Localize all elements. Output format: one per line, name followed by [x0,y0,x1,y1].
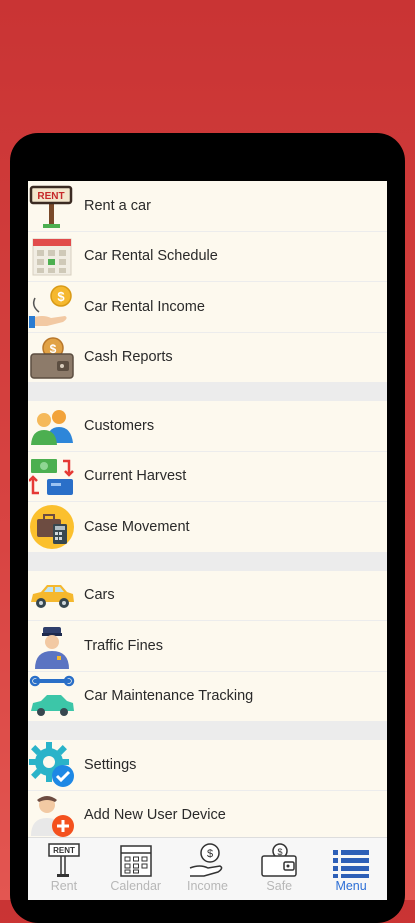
menu-item-add-new-user-device[interactable]: Add New User Device [28,791,387,841]
bottom-tab-bar: RENT Rent Calendar $ Income $ Safe Menu [28,837,387,900]
tab-label: Calendar [110,879,162,893]
menu-item-customers[interactable]: Customers [28,401,387,452]
car-wrench-icon [29,673,75,719]
police-officer-icon [29,623,75,669]
menu-item-label: Case Movement [84,518,190,535]
menu-item-label: Car Rental Income [84,298,205,315]
menu-group-rentals: RENT Rent a car Car Rental Schedule $ Ca… [28,181,387,382]
menu-item-car-rental-schedule[interactable]: Car Rental Schedule [28,232,387,282]
wallet-icon: $ [29,334,75,380]
tab-safe[interactable]: $ Safe [243,838,315,900]
calendar-icon [29,233,75,279]
menu-list: RENT Rent a car Car Rental Schedule $ Ca… [28,181,387,840]
menu-item-label: Add New User Device [84,807,226,824]
money-transfer-icon [29,453,75,499]
wallet-icon: $ [260,840,298,878]
tab-label: Safe [266,879,293,893]
gear-check-icon [29,741,75,788]
menu-item-current-harvest[interactable]: Current Harvest [28,452,387,502]
svg-text:RENT: RENT [53,846,75,855]
menu-item-label: Traffic Fines [84,637,163,654]
tab-menu[interactable]: Menu [315,838,387,900]
tab-income[interactable]: $ Income [172,838,244,900]
section-divider [28,721,387,740]
menu-item-label: Rent a car [84,197,151,214]
menu-item-car-rental-income[interactable]: $ Car Rental Income [28,282,387,333]
tab-label: Income [186,879,228,893]
menu-item-label: Current Harvest [84,468,187,485]
svg-text:$: $ [207,848,213,860]
money-hand-icon: $ [29,284,75,330]
menu-item-cash-reports[interactable]: $ Cash Reports [28,333,387,383]
calendar-icon [119,840,153,878]
menu-item-label: Cash Reports [84,349,173,366]
list-menu-icon [333,840,370,878]
menu-group-customers: Customers Current Harvest Case Movement [28,401,387,552]
menu-item-traffic-fines[interactable]: Traffic Fines [28,621,387,672]
briefcase-calculator-icon [29,504,75,550]
menu-item-label: Settings [84,756,137,773]
menu-item-label: Customers [84,417,155,434]
section-divider [28,382,387,401]
rent-sign-icon: RENT [47,840,81,878]
menu-group-cars: Cars Traffic Fines Car Maintenance Track… [28,570,387,722]
menu-item-label: Cars [84,587,115,604]
money-hand-icon: $ [188,840,226,878]
menu-item-case-movement[interactable]: Case Movement [28,502,387,552]
tab-label: Menu [335,879,367,893]
car-icon [29,572,75,618]
users-icon [29,403,75,449]
rent-sign-icon: RENT [29,183,75,229]
menu-item-label: Car Maintenance Tracking [84,688,254,705]
menu-item-label: Car Rental Schedule [84,248,218,265]
section-divider [28,551,387,571]
app-screen: RENT Rent a car Car Rental Schedule $ Ca… [28,181,387,900]
menu-item-car-maintenance-tracking[interactable]: Car Maintenance Tracking [28,672,387,722]
tab-label: Rent [50,879,78,893]
tab-calendar[interactable]: Calendar [100,838,172,900]
menu-item-rent-a-car[interactable]: RENT Rent a car [28,181,387,232]
menu-item-cars[interactable]: Cars [28,571,387,621]
add-user-icon [29,792,75,838]
menu-item-settings[interactable]: Settings [28,740,387,791]
svg-text:RENT: RENT [37,191,64,202]
svg-text:$: $ [57,289,65,304]
menu-group-system: Settings Add New User Device [28,740,387,840]
tab-rent[interactable]: RENT Rent [28,838,100,900]
